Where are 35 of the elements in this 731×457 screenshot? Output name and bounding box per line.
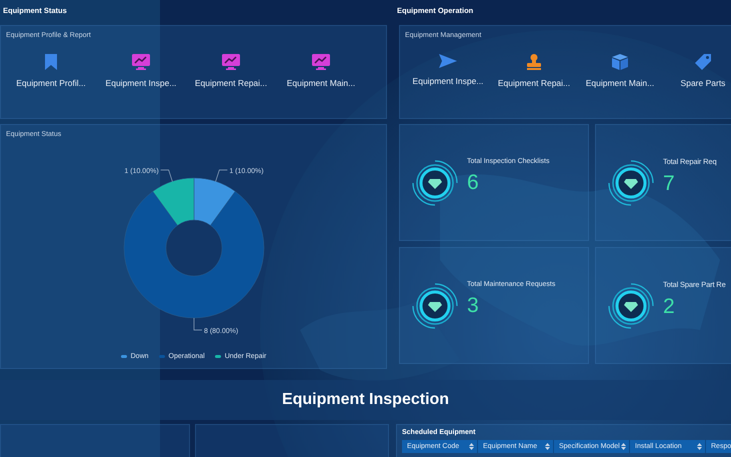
- paper-plane-icon[interactable]: [439, 54, 457, 68]
- shortcut-label[interactable]: Equipment Repai...: [194, 78, 268, 88]
- legend-marker: [158, 355, 165, 358]
- shortcut-label[interactable]: Equipment Profil...: [16, 78, 86, 88]
- sort-icon[interactable]: [697, 443, 702, 450]
- stat-value: 3: [467, 294, 480, 318]
- leader-line: [215, 170, 228, 182]
- legend-marker: [120, 355, 127, 358]
- sort-icon[interactable]: [545, 443, 550, 450]
- tag-icon[interactable]: [695, 54, 711, 70]
- stamp-icon[interactable]: [526, 54, 542, 70]
- diamond-icon: [411, 282, 459, 330]
- diamond-icon: [607, 158, 655, 206]
- stat-value: 2: [663, 295, 676, 319]
- shortcut-label[interactable]: Equipment Inspe...: [412, 76, 484, 86]
- shortcut-label[interactable]: Equipment Main...: [586, 78, 654, 88]
- shortcut-label[interactable]: Equipment Inspe...: [106, 78, 176, 88]
- shortcut-label[interactable]: Equipment Repai...: [498, 78, 570, 88]
- sort-icon[interactable]: [469, 443, 474, 450]
- shortcut-label[interactable]: Equipment Main...: [286, 78, 356, 88]
- monitor-chart-icon[interactable]: [222, 54, 240, 70]
- leader-line: [160, 170, 173, 182]
- diamond-icon: [607, 282, 655, 330]
- monitor-chart-icon[interactable]: [132, 54, 150, 70]
- legend-marker: [214, 355, 221, 358]
- leader-line: [194, 318, 202, 330]
- monitor-chart-icon[interactable]: [312, 54, 330, 70]
- stat-value: 7: [663, 172, 676, 196]
- diamond-icon: [411, 158, 459, 206]
- stat-value: 6: [467, 171, 480, 195]
- bookmark-icon[interactable]: [45, 54, 57, 70]
- shortcut-label[interactable]: Spare Parts: [680, 78, 726, 88]
- box-icon[interactable]: [612, 54, 628, 70]
- sort-icon[interactable]: [621, 443, 626, 450]
- banner-title: Equipment Inspection: [282, 391, 450, 409]
